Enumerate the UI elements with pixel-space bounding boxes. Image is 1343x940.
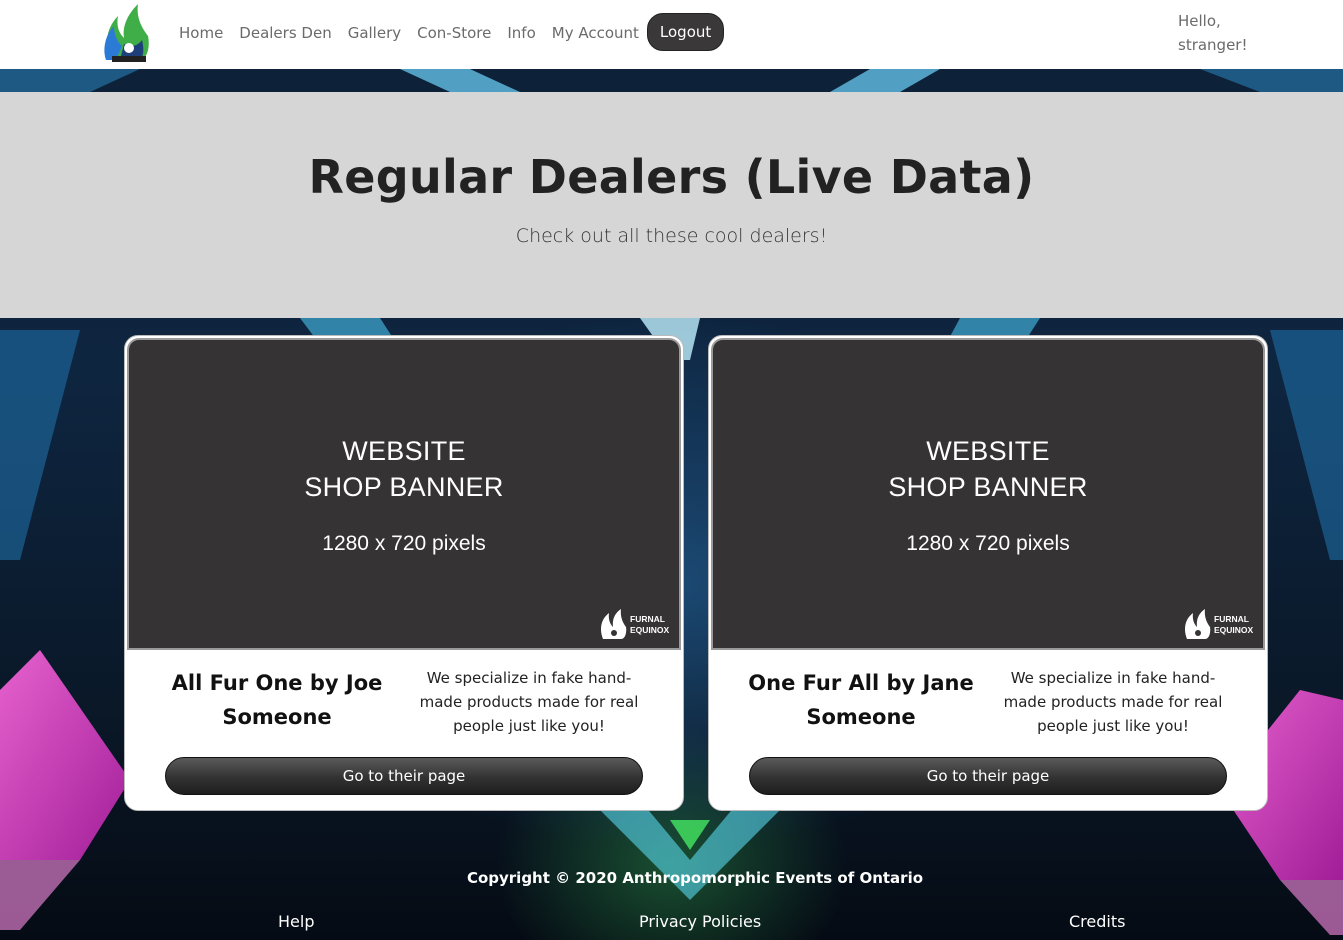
nav-home-link[interactable]: Home	[171, 24, 231, 42]
brand-line: FURNAL	[630, 614, 665, 624]
logout-button[interactable]: Logout	[646, 13, 725, 51]
banner-text-line: WEBSITE	[342, 436, 466, 466]
banner-brand-text: FURNAL EQUINOX	[630, 614, 669, 636]
dealer-banner-image: WEBSITE SHOP BANNER 1280 x 720 pixels FU…	[711, 338, 1265, 650]
nav-links: Home Dealers Den Gallery Con-Store Info …	[171, 0, 725, 66]
go-to-dealer-page-button[interactable]: Go to their page	[749, 757, 1227, 795]
dealer-banner-image: WEBSITE SHOP BANNER 1280 x 720 pixels FU…	[127, 338, 681, 650]
brand-line: FURNAL	[1214, 614, 1249, 624]
banner-brand: FURNAL EQUINOX	[599, 608, 671, 642]
banner-text-line: WEBSITE	[926, 436, 1050, 466]
footer-credits-link[interactable]: Credits	[1069, 912, 1125, 931]
dealer-card: WEBSITE SHOP BANNER 1280 x 720 pixels FU…	[708, 335, 1268, 811]
banner-size-text: 1280 x 720 pixels	[322, 532, 486, 555]
user-greeting: Hello, stranger!	[1178, 12, 1248, 54]
top-navbar: Home Dealers Den Gallery Con-Store Info …	[0, 0, 1343, 69]
furnal-equinox-logo-icon	[601, 609, 627, 639]
banner-brand: FURNAL EQUINOX	[1183, 608, 1255, 642]
banner-size-text: 1280 x 720 pixels	[906, 532, 1070, 555]
footer-help-link[interactable]: Help	[278, 912, 314, 931]
page-title: Regular Dealers (Live Data)	[308, 150, 1035, 204]
nav-dealers-den-link[interactable]: Dealers Den	[231, 24, 339, 42]
go-to-dealer-page-button[interactable]: Go to their page	[165, 757, 643, 795]
dealer-card: WEBSITE SHOP BANNER 1280 x 720 pixels FU…	[124, 335, 684, 811]
dealer-name: One Fur All by Jane Someone	[748, 671, 974, 729]
nav-con-store-link[interactable]: Con-Store	[409, 24, 499, 42]
dealer-name: All Fur One by Joe Someone	[171, 671, 383, 729]
brand-line: EQUINOX	[1214, 625, 1254, 635]
banner-text-line: SHOP BANNER	[888, 472, 1088, 502]
dealer-description: We specialize in fake hand-made products…	[419, 669, 639, 735]
nav-info-link[interactable]: Info	[499, 24, 543, 42]
nav-gallery-link[interactable]: Gallery	[340, 24, 409, 42]
banner-text-line: SHOP BANNER	[304, 472, 504, 502]
footer-privacy-link[interactable]: Privacy Policies	[639, 912, 761, 931]
nav-my-account-link[interactable]: My Account	[544, 24, 647, 42]
footer-copyright: Copyright © 2020 Anthropomorphic Events …	[466, 869, 924, 887]
site-logo-icon[interactable]	[102, 2, 152, 64]
page-hero: Regular Dealers (Live Data) Check out al…	[0, 92, 1343, 318]
banner-brand-text: FURNAL EQUINOX	[1214, 614, 1253, 636]
brand-line: EQUINOX	[630, 625, 670, 635]
dealer-description: We specialize in fake hand-made products…	[1003, 669, 1223, 735]
page-subtitle: Check out all these cool dealers!	[515, 225, 828, 247]
furnal-equinox-logo-icon	[1185, 609, 1211, 639]
